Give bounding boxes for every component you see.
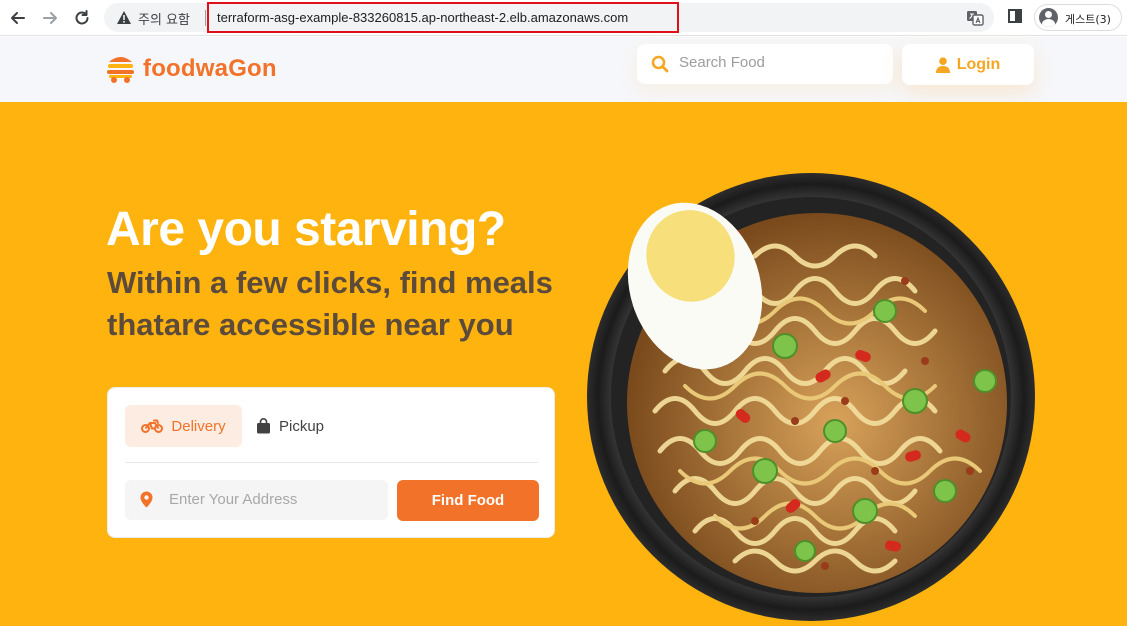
profile-label: 게스트(3) (1065, 13, 1111, 26)
hero-subline-line-1: Within a few clicks, find meals (107, 265, 553, 300)
avatar-icon (1039, 8, 1058, 27)
arrow-right-icon (43, 12, 57, 24)
tab-pickup[interactable]: Pickup (256, 405, 351, 447)
card-divider (125, 462, 538, 463)
noodle-bowl-image (587, 173, 1035, 621)
hero-headline: Are you starving? (106, 203, 506, 256)
tab-delivery[interactable]: Delivery (125, 405, 242, 447)
user-icon (935, 56, 950, 73)
tab-pickup-label: Pickup (279, 417, 325, 435)
url-text[interactable]: terraform-asg-example-833260815.ap-north… (217, 10, 628, 25)
browser-toolbar: 주의 요함 terraform-asg-example-833260815.ap… (0, 0, 1127, 36)
search-input[interactable] (679, 54, 879, 71)
arrow-left-icon (11, 12, 25, 24)
url-highlight: terraform-asg-example-833260815.ap-north… (207, 2, 679, 33)
logo-text: foodwaGon (143, 54, 277, 82)
address-field[interactable] (125, 480, 388, 520)
logo[interactable]: foodwaGon (106, 53, 277, 84)
reload-icon (75, 10, 89, 25)
address-bar[interactable]: 주의 요함 terraform-asg-example-833260815.ap… (104, 2, 994, 33)
forward-button[interactable] (38, 6, 62, 30)
shopping-bag-icon (257, 418, 270, 434)
profile-button[interactable]: 게스트(3) (1034, 4, 1122, 31)
search-icon (651, 55, 669, 73)
order-card: Delivery Pickup Find Food (107, 387, 555, 538)
hero-subline-line-2: thatare accessible near you (107, 307, 514, 342)
warning-icon[interactable] (116, 10, 132, 25)
back-button[interactable] (6, 6, 30, 30)
hero-section: Are you starving? Within a few clicks, f… (0, 102, 1127, 626)
location-pin-icon (140, 491, 153, 508)
translate-icon[interactable] (966, 9, 984, 27)
search-box[interactable] (637, 44, 893, 84)
site-header: foodwaGon Login (0, 37, 1127, 102)
side-panel-icon[interactable] (1008, 9, 1022, 23)
motorcycle-icon (141, 419, 164, 433)
omnibox-divider (205, 10, 206, 26)
reload-button[interactable] (70, 6, 94, 30)
burger-logo-icon (107, 57, 134, 83)
tab-delivery-label: Delivery (171, 417, 226, 435)
login-label: Login (956, 55, 1001, 73)
login-button[interactable]: Login (902, 44, 1034, 85)
security-status[interactable]: 주의 요함 (138, 9, 190, 28)
address-input[interactable] (169, 491, 379, 508)
hero-subline: Within a few clicks, find meals thatare … (107, 262, 587, 346)
find-food-button[interactable]: Find Food (397, 480, 539, 521)
